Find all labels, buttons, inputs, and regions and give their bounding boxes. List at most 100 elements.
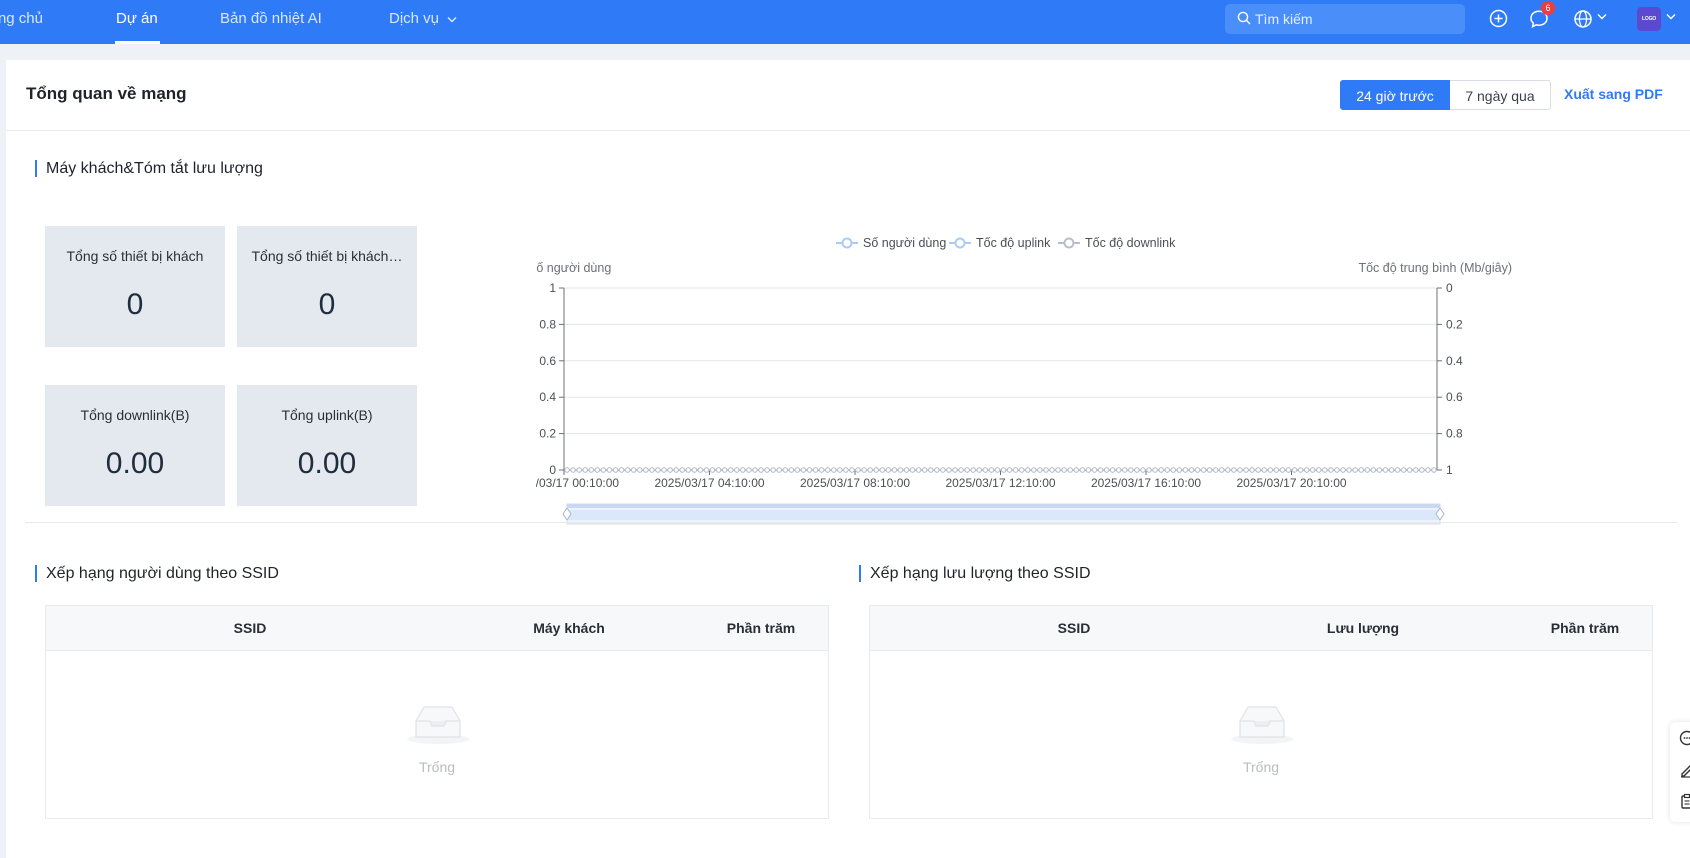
data-point <box>1261 467 1267 473</box>
edit-icon[interactable] <box>1679 762 1690 778</box>
data-point <box>1140 467 1146 473</box>
column-traffic[interactable]: Lưu lượng <box>1288 606 1438 651</box>
data-point <box>1431 467 1437 473</box>
data-point <box>879 467 885 473</box>
globe-icon[interactable] <box>1573 9 1593 29</box>
add-circle-icon[interactable] <box>1489 9 1508 28</box>
data-point <box>1079 467 1086 473</box>
ssid-traffic-title: Xếp hạng lưu lượng theo SSID <box>859 565 1091 582</box>
data-point <box>1170 467 1176 473</box>
nav-item-ai-heatmap[interactable]: Bản đồ nhiệt AI <box>220 0 322 44</box>
data-point <box>709 467 716 473</box>
empty-state-text: Trống <box>418 759 456 775</box>
data-point <box>825 467 831 473</box>
y-right-tick-label: 0.4 <box>1446 354 1463 368</box>
card-total-clients-2: Tổng số thiết bị khách… 0 <box>237 226 417 347</box>
column-clients[interactable]: Máy khách <box>494 606 644 651</box>
language-chevron-down-icon[interactable] <box>1597 13 1607 20</box>
nav-item-projects[interactable]: Dự án <box>116 0 158 44</box>
card-label: Tổng downlink(B) <box>80 407 190 423</box>
data-point <box>788 467 795 473</box>
column-ssid[interactable]: SSID <box>186 606 314 651</box>
x-tick-label: 2025/03/17 08:10:00 <box>800 476 910 490</box>
nav-item-services[interactable]: Dịch vụ <box>389 0 457 44</box>
empty-inbox-icon <box>1231 706 1293 744</box>
data-point <box>746 467 752 473</box>
data-point <box>1109 467 1116 473</box>
data-point <box>715 467 722 473</box>
data-point <box>1091 467 1098 473</box>
avatar[interactable]: LOGO <box>1637 7 1661 31</box>
data-point <box>1255 467 1261 473</box>
zoom-slider-fill <box>567 510 1440 520</box>
data-point <box>685 467 691 473</box>
data-point <box>806 467 813 473</box>
legend-label: Tốc độ uplink <box>976 236 1051 250</box>
data-point <box>1407 467 1413 473</box>
data-point <box>618 467 625 473</box>
data-point <box>697 467 704 473</box>
table-header: SSID Lưu lượng Phần trăm <box>870 606 1652 651</box>
data-point <box>1085 467 1092 473</box>
data-point <box>843 467 849 473</box>
data-point <box>1413 467 1419 473</box>
data-point <box>624 467 631 473</box>
data-point <box>1006 467 1013 473</box>
data-point <box>994 467 1001 473</box>
column-ssid[interactable]: SSID <box>1010 606 1138 651</box>
data-point <box>800 467 807 473</box>
column-percent[interactable]: Phần trăm <box>686 606 836 651</box>
data-point <box>831 467 837 473</box>
export-pdf-link[interactable]: Xuất sang PDF <box>1564 86 1663 102</box>
data-point <box>812 467 819 473</box>
nav-item-home[interactable]: Trang chủ <box>0 0 43 44</box>
range-7d-button[interactable]: 7 ngày qua <box>1450 80 1551 110</box>
data-point <box>1122 467 1128 473</box>
data-point <box>643 467 649 473</box>
data-point <box>1158 467 1164 473</box>
traffic-line-chart[interactable]: Số người dùng Tốc độ uplink Tốc độ downlin… <box>536 180 1646 570</box>
card-label: Tổng uplink(B) <box>281 407 373 423</box>
data-point <box>1231 467 1237 473</box>
notification-badge: 6 <box>1541 1 1555 15</box>
data-point <box>1128 467 1134 473</box>
data-point <box>734 467 740 473</box>
data-point <box>631 467 637 473</box>
data-point <box>576 467 582 473</box>
account-chevron-down-icon[interactable] <box>1666 13 1676 20</box>
floating-toolbar <box>1670 722 1690 822</box>
data-point <box>1358 467 1364 473</box>
data-point <box>1310 467 1316 473</box>
data-point <box>1346 467 1352 473</box>
range-24h-button[interactable]: 24 giờ trước <box>1340 80 1450 110</box>
table-header: SSID Máy khách Phần trăm <box>46 606 828 651</box>
x-tick-label: 2025/03/17 16:10:00 <box>1091 476 1201 490</box>
chat-support-icon[interactable] <box>1679 730 1690 746</box>
y-right-axis-title: Tốc độ trung bình (Mb/giây) <box>1358 261 1512 275</box>
data-point <box>1425 467 1431 473</box>
data-point <box>1400 467 1407 473</box>
data-point <box>1237 467 1243 473</box>
data-point <box>764 467 770 473</box>
data-point <box>673 467 679 473</box>
data-point <box>928 467 934 473</box>
data-point <box>679 467 685 473</box>
data-point <box>1243 467 1249 473</box>
data-point <box>1334 467 1340 473</box>
data-point <box>1073 467 1079 473</box>
data-point <box>1267 467 1273 473</box>
card-value: 0 <box>126 288 144 321</box>
data-point <box>776 467 782 473</box>
y-left-tick-label: 0.4 <box>539 390 556 404</box>
data-point <box>1279 467 1286 473</box>
data-point <box>1037 467 1043 473</box>
column-percent[interactable]: Phần trăm <box>1510 606 1660 651</box>
clipboard-icon[interactable] <box>1679 793 1690 809</box>
data-point <box>982 467 989 473</box>
data-point <box>1249 467 1255 473</box>
y-left-tick-label: 0 <box>549 463 556 477</box>
data-point <box>1340 467 1346 473</box>
data-point <box>970 467 976 473</box>
data-point <box>976 467 982 473</box>
search-input[interactable]: Tìm kiếm <box>1225 4 1465 34</box>
